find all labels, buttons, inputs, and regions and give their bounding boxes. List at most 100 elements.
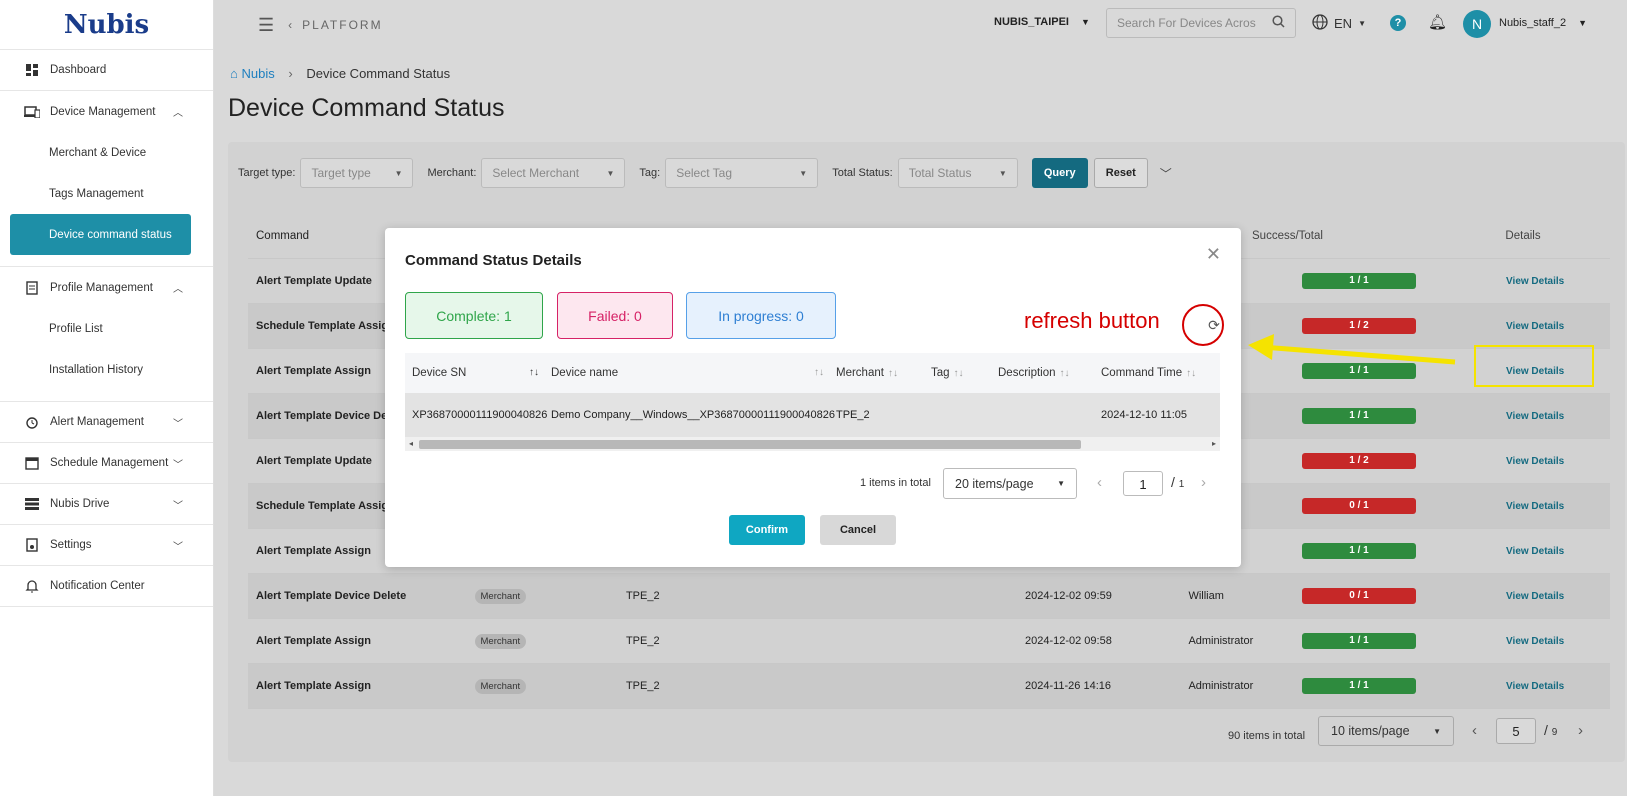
table-row[interactable]: Alert Template Assign Merchant TPE_2 2024-1… [248, 664, 1610, 709]
failed-count-card[interactable]: Failed: 0 [557, 292, 673, 339]
cell-command: Alert Template Assign [256, 680, 371, 692]
sort-icon: ↑↓ [1059, 368, 1070, 379]
chevron-down-icon: ﹀ [173, 459, 183, 471]
sidebar-item-label: Profile Management [50, 281, 153, 294]
sidebar-item-profile-management[interactable]: Profile Management ︿ [0, 267, 213, 308]
drive-icon [24, 496, 40, 512]
success-total-badge: 1 / 2 [1302, 453, 1416, 469]
sidebar-item-settings[interactable]: Settings ﹀ [0, 525, 213, 566]
view-details-link[interactable]: View Details [1506, 681, 1564, 692]
merchant-select[interactable]: Select Merchant ▼ [481, 158, 626, 188]
horizontal-scrollbar[interactable]: ◂ ▸ [405, 437, 1220, 451]
language-selector[interactable]: EN ▼ [1312, 14, 1366, 33]
dashboard-icon [24, 62, 40, 78]
avatar[interactable]: N [1463, 10, 1491, 38]
target-type-select[interactable]: Target type ▼ [300, 158, 414, 188]
view-details-link[interactable]: View Details [1506, 456, 1564, 467]
scroll-left-icon[interactable]: ◂ [409, 437, 413, 451]
sidebar-item-device-command-status[interactable]: Device command status [10, 214, 191, 255]
page-count: / 1 [1171, 474, 1185, 490]
header-merchant[interactable]: Merchant ↑↓ [836, 367, 931, 379]
caret-down-icon: ▼ [606, 168, 615, 178]
cell-success-total: 1 / 2 [1302, 453, 1460, 469]
view-details-link[interactable]: View Details [1506, 636, 1564, 647]
total-status-select[interactable]: Total Status ▼ [897, 158, 1018, 188]
next-page-icon[interactable]: › [1578, 722, 1583, 739]
complete-count-card[interactable]: Complete: 1 [405, 292, 543, 339]
sidebar-item-merchant-device[interactable]: Merchant & Device [0, 132, 213, 173]
sidebar-item-notification-center[interactable]: Notification Center [0, 566, 213, 607]
scroll-right-icon[interactable]: ▸ [1212, 437, 1216, 451]
command-status-dialog: Command Status Details ✕ Complete: 1 Fai… [385, 228, 1241, 567]
settings-icon [24, 537, 40, 553]
next-page-icon[interactable]: › [1201, 474, 1206, 491]
help-icon[interactable]: ? [1390, 15, 1406, 31]
notification-bell-icon[interactable]: 🔔︎ [1428, 13, 1447, 31]
organization-selector[interactable]: NUBIS_TAIPEI ▼ [994, 16, 1090, 28]
header-command-time[interactable]: Command Time ↑↓ [1101, 367, 1220, 379]
page-size-select[interactable]: 20 items/page ▼ [943, 468, 1077, 499]
success-total-badge: 0 / 1 [1302, 588, 1416, 604]
cancel-button[interactable]: Cancel [820, 515, 896, 545]
close-icon[interactable]: ✕ [1206, 244, 1221, 265]
query-button[interactable]: Query [1031, 158, 1088, 188]
view-details-link[interactable]: View Details [1506, 411, 1564, 422]
sidebar-item-nubis-drive[interactable]: Nubis Drive ﹀ [0, 484, 213, 525]
header-device-sn[interactable]: Device SN ↑↓ [405, 367, 551, 379]
sidebar-item-alert-management[interactable]: Alert Management ﹀ [0, 402, 213, 443]
breadcrumb-home[interactable]: ⌂ Nubis [230, 66, 275, 81]
sidebar-item-schedule-management[interactable]: Schedule Management ﹀ [0, 443, 213, 484]
page-number-input[interactable]: 1 [1123, 471, 1163, 496]
calendar-icon [24, 455, 40, 471]
view-details-link[interactable]: View Details [1506, 276, 1564, 287]
target-tag: Merchant [474, 634, 527, 649]
view-details-link[interactable]: View Details [1506, 321, 1564, 332]
header-details: Details [1505, 230, 1541, 242]
page-number-input[interactable]: 5 [1496, 718, 1536, 744]
cell-details: View Details [1460, 320, 1610, 332]
cell-details: View Details [1460, 545, 1610, 557]
annotation-circle [1182, 304, 1224, 346]
header-device-name[interactable]: Device name ↑↓ [551, 367, 836, 379]
sort-icon: ↑↓ [953, 368, 964, 379]
menu-icon[interactable]: ☰ [258, 15, 274, 36]
scrollbar-thumb[interactable] [419, 440, 1081, 449]
confirm-button[interactable]: Confirm [729, 515, 805, 545]
sidebar-item-profile-list[interactable]: Profile List [0, 308, 213, 349]
view-details-link[interactable]: View Details [1506, 501, 1564, 512]
breadcrumb-current: Device Command Status [306, 66, 451, 81]
view-details-link[interactable]: View Details [1506, 546, 1564, 557]
table-row[interactable]: XP36870000111900040826 Demo Company__Win… [405, 393, 1220, 437]
sidebar-item-device-management[interactable]: Device Management ︿ [0, 91, 213, 132]
home-icon: ⌂ [230, 66, 238, 81]
header-success-total[interactable]: Success/Total [1252, 230, 1436, 242]
nubis-logo[interactable]: Nubis [0, 0, 213, 50]
in-progress-count-card[interactable]: In progress: 0 [686, 292, 836, 339]
platform-breadcrumb[interactable]: ‹ PLATFORM [288, 18, 382, 32]
view-details-link[interactable]: View Details [1506, 591, 1564, 602]
sort-icon: ↑↓ [814, 367, 824, 378]
header-tag[interactable]: Tag ↑↓ [931, 367, 998, 379]
sidebar-item-label: Settings [50, 539, 92, 551]
sidebar-item-tags-management[interactable]: Tags Management [0, 173, 213, 214]
tag-select[interactable]: Select Tag ▼ [665, 158, 819, 188]
expand-filters-icon[interactable]: ﹀ [1160, 165, 1172, 182]
table-row[interactable]: Alert Template Assign Merchant TPE_2 2024-1… [248, 619, 1610, 664]
table-row[interactable]: Alert Template Device Delete Merchant TPE_… [248, 574, 1610, 619]
cell-success-total: 1 / 2 [1302, 318, 1460, 334]
header-description[interactable]: Description ↑↓ [998, 367, 1101, 379]
sidebar-item-dashboard[interactable]: Dashboard [0, 50, 213, 91]
cell-command: Alert Template Assign [256, 635, 371, 647]
cell-details: View Details [1460, 680, 1610, 692]
page-size-select[interactable]: 10 items/page ▼ [1318, 716, 1454, 746]
pagination-total: 1 items in total [860, 477, 931, 489]
user-menu[interactable]: Nubis_staff_2 ▼ [1499, 17, 1587, 29]
caret-down-icon: ▼ [1433, 726, 1441, 736]
reset-button[interactable]: Reset [1093, 158, 1148, 188]
prev-page-icon[interactable]: ‹ [1097, 474, 1102, 491]
sidebar-item-installation-history[interactable]: Installation History [0, 349, 213, 390]
prev-page-icon[interactable]: ‹ [1472, 722, 1477, 739]
device-search-input[interactable]: Search For Devices Acros [1106, 8, 1296, 38]
divider [0, 255, 213, 267]
caret-down-icon: ▼ [1080, 17, 1090, 27]
